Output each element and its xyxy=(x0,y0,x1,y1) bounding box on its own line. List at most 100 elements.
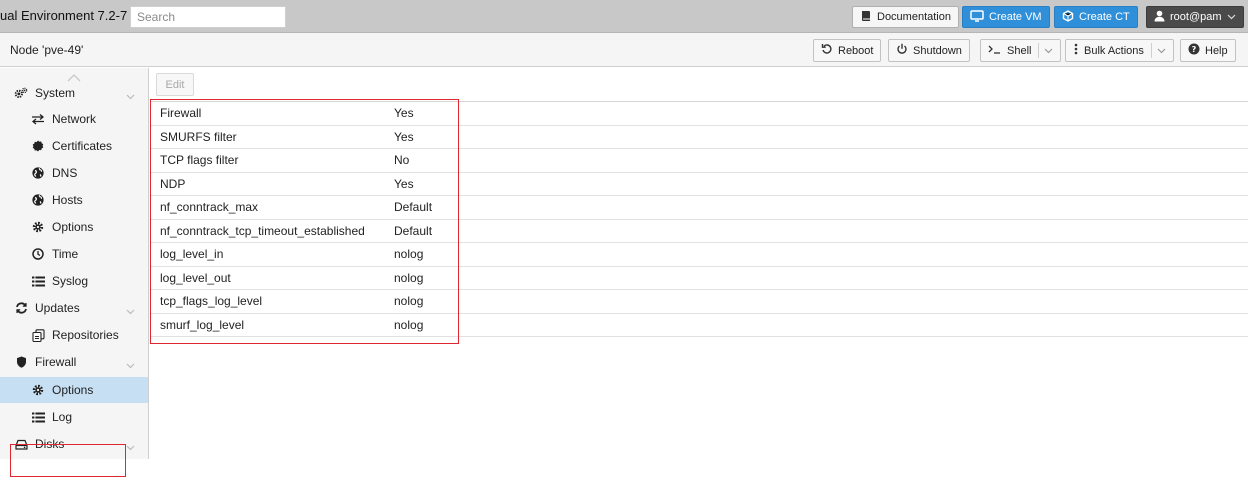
table-row[interactable]: NDP Yes xyxy=(150,173,1248,196)
globe-icon xyxy=(31,166,45,180)
sidebar-item-dns[interactable]: DNS xyxy=(0,160,148,186)
main-panel: Edit Firewall Yes SMURFS filter Yes TCP flag… xyxy=(150,68,1248,459)
table-row[interactable]: nf_conntrack_tcp_timeout_established Defa… xyxy=(150,220,1248,243)
create-vm-label: Create VM xyxy=(989,11,1042,23)
sidebar-item-hosts[interactable]: Hosts xyxy=(0,187,148,213)
search-input[interactable] xyxy=(130,6,286,28)
reboot-button[interactable]: Reboot xyxy=(813,39,882,62)
sidebar-item-log[interactable]: Log xyxy=(0,404,148,430)
divider xyxy=(1038,43,1040,58)
edit-button[interactable]: Edit xyxy=(156,73,194,96)
question-circle-icon: ? xyxy=(1188,43,1200,58)
sidebar-item-label: Disks xyxy=(35,437,65,451)
sidebar-item-label: Hosts xyxy=(52,193,83,207)
sidebar-item-disks[interactable]: Disks xyxy=(0,431,148,457)
option-name: Firewall xyxy=(160,106,202,121)
monitor-icon xyxy=(970,9,984,25)
option-name: nf_conntrack_max xyxy=(160,200,259,215)
book-icon xyxy=(860,10,872,25)
sidebar-item-updates[interactable]: Updates xyxy=(0,295,148,321)
option-name: NDP xyxy=(160,176,186,191)
sidebar-item-options[interactable]: Options xyxy=(0,214,148,240)
top-bar: ual Environment 7.2-7 Documentation Crea… xyxy=(0,0,1248,33)
exchange-icon xyxy=(31,112,45,126)
chevron-down-icon[interactable] xyxy=(126,304,135,315)
refresh-icon xyxy=(14,301,28,315)
table-row[interactable]: tcp_flags_log_level nolog xyxy=(150,290,1248,314)
sidebar-item-label: System xyxy=(35,86,76,100)
node-title: Node 'pve-49' xyxy=(10,43,84,57)
power-icon xyxy=(896,43,908,58)
gears-icon xyxy=(14,86,28,100)
option-value: nolog xyxy=(394,294,424,309)
option-name: nf_conntrack_tcp_timeout_established xyxy=(160,223,365,238)
clock-icon xyxy=(31,247,45,261)
option-name: tcp_flags_log_level xyxy=(160,294,263,309)
table-row[interactable]: TCP flags filter No xyxy=(150,149,1248,173)
sidebar-item-label: Repositories xyxy=(52,328,119,342)
options-grid: Firewall Yes SMURFS filter Yes TCP flags fil… xyxy=(150,102,1248,337)
chevron-down-icon[interactable] xyxy=(126,440,135,451)
shield-icon xyxy=(14,355,28,369)
option-value: nolog xyxy=(394,317,424,332)
option-name: smurf_log_level xyxy=(160,317,245,332)
user-menu-button[interactable]: root@pam xyxy=(1146,6,1244,28)
shell-button[interactable]: Shell xyxy=(980,39,1062,62)
cube-icon xyxy=(1062,9,1074,25)
files-icon xyxy=(31,328,45,342)
sidebar-item-syslog[interactable]: Syslog xyxy=(0,268,148,294)
documentation-button[interactable]: Documentation xyxy=(852,6,959,28)
list-icon xyxy=(31,274,45,288)
sidebar-item-options[interactable]: Options xyxy=(0,377,148,403)
sidebar-item-system[interactable]: System xyxy=(0,80,148,106)
node-header: Node 'pve-49' Reboot Shutdown Shell Bulk… xyxy=(0,33,1248,67)
table-row[interactable]: Firewall Yes xyxy=(150,102,1248,126)
sidebar-item-firewall[interactable]: Firewall xyxy=(0,349,148,375)
chevron-down-icon[interactable] xyxy=(1157,46,1166,56)
certificate-icon xyxy=(31,139,45,153)
sidebar-item-label: Updates xyxy=(35,301,80,315)
sidebar-item-label: Log xyxy=(52,410,73,424)
table-row[interactable]: log_level_in nolog xyxy=(150,243,1248,267)
option-value: Default xyxy=(394,223,433,238)
bulk-actions-label: Bulk Actions xyxy=(1084,44,1144,57)
table-row[interactable]: smurf_log_level nolog xyxy=(150,314,1248,337)
chevron-down-icon[interactable] xyxy=(126,358,135,369)
option-name: log_level_in xyxy=(160,247,224,262)
option-value: nolog xyxy=(394,270,424,285)
create-ct-button[interactable]: Create CT xyxy=(1054,6,1138,28)
help-label: Help xyxy=(1205,44,1228,57)
table-row[interactable]: nf_conntrack_max Default xyxy=(150,196,1248,220)
table-row[interactable]: SMURFS filter Yes xyxy=(150,126,1248,149)
option-value: Yes xyxy=(394,129,414,144)
sidebar-item-label: Syslog xyxy=(52,274,89,288)
sidebar-item-repositories[interactable]: Repositories xyxy=(0,322,148,348)
sidebar-item-network[interactable]: Network xyxy=(0,106,148,132)
chevron-down-icon xyxy=(1227,11,1236,23)
product-title: ual Environment 7.2-7 xyxy=(0,8,128,23)
divider xyxy=(1150,43,1152,58)
shell-label: Shell xyxy=(1007,44,1032,57)
option-value: Default xyxy=(394,200,433,215)
documentation-label: Documentation xyxy=(877,11,951,23)
option-value: No xyxy=(394,153,410,168)
sidebar-item-label: Network xyxy=(52,112,97,126)
shutdown-button[interactable]: Shutdown xyxy=(888,39,970,62)
help-button[interactable]: ? Help xyxy=(1180,39,1236,62)
chevron-down-icon[interactable] xyxy=(1044,46,1053,56)
option-value: Yes xyxy=(394,106,414,121)
bulk-actions-button[interactable]: Bulk Actions xyxy=(1065,39,1174,62)
hdd-icon xyxy=(14,437,28,451)
sidebar-item-label: Certificates xyxy=(52,139,113,153)
list-icon xyxy=(31,410,45,424)
sidebar-item-time[interactable]: Time xyxy=(0,241,148,267)
table-row[interactable]: log_level_out nolog xyxy=(150,267,1248,290)
sidebar: System Network Certificates DNS Hosts Options… xyxy=(0,68,149,477)
sidebar-item-label: Options xyxy=(52,383,94,397)
sidebar-item-certificates[interactable]: Certificates xyxy=(0,133,148,159)
create-ct-label: Create CT xyxy=(1079,11,1130,23)
terminal-icon xyxy=(988,43,1002,58)
create-vm-button[interactable]: Create VM xyxy=(962,6,1050,28)
chevron-down-icon[interactable] xyxy=(126,89,135,100)
option-name: log_level_out xyxy=(160,270,231,285)
